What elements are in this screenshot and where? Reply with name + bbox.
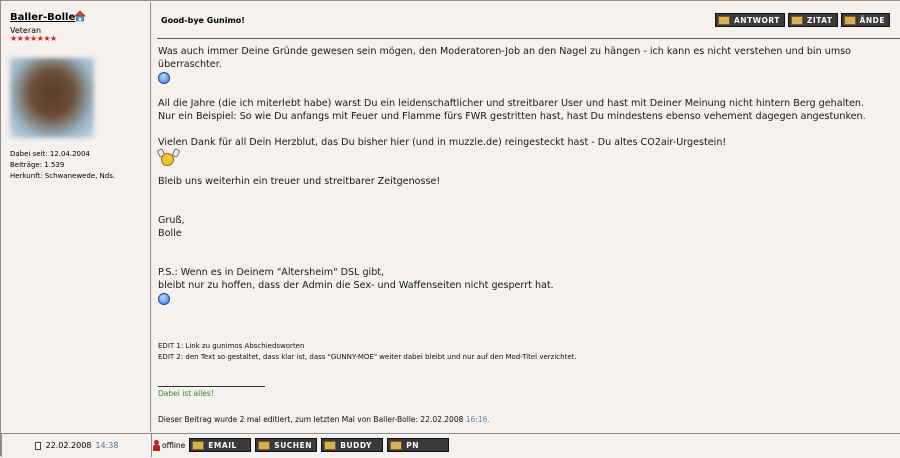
origin: Herkunft: Schwanewede, Nds. <box>10 172 116 180</box>
edited-notice: Dieser Beitrag wurde 2 mal editiert, zum… <box>158 415 490 424</box>
paragraph-2b: Nur ein Beispiel: So wie Du anfangs mit … <box>158 111 866 122</box>
sad-smiley-icon <box>158 72 170 84</box>
contact-toolbar: offline EMAIL SUCHEN BUDDY PN <box>153 438 450 452</box>
edit-button[interactable]: ÄNDE <box>840 13 890 27</box>
pm-button[interactable]: PN <box>387 438 450 452</box>
post-count: Beiträge: 1.539 <box>10 161 65 169</box>
edit-note-1: EDIT 1: Link zu gunimos Abschiedsworten <box>158 342 305 350</box>
post-date-text: 22.02.2008 <box>45 441 92 450</box>
document-icon[interactable] <box>34 441 41 450</box>
reply-button[interactable]: ANTWORT <box>715 13 785 27</box>
viking-smiley-icon <box>156 148 181 167</box>
edited-notice-text: Dieser Beitrag wurde 2 mal editiert, zum… <box>158 415 464 424</box>
paragraph-3: Vielen Dank für all Dein Herzblut, das D… <box>158 137 727 148</box>
forum-post: Baller-Bolle Veteran ★★★★★★★ Dabei seit:… <box>0 0 900 458</box>
signature: Dabei ist alles! <box>158 389 214 398</box>
smile-smiley-icon <box>158 293 170 305</box>
search-label: SUCHEN <box>274 440 312 450</box>
post-body: Was auch immer Deine Gründe gewesen sein… <box>156 45 898 305</box>
ps-line-2: bleibt nur zu hoffen, dass der Admin die… <box>158 280 554 291</box>
greeting-1: Gruß, <box>158 215 185 226</box>
signature-divider <box>158 386 265 387</box>
edit-notes: EDIT 1: Link zu gunimos Abschiedsworten … <box>158 341 577 363</box>
title-divider <box>157 38 900 39</box>
reply-label: ANTWORT <box>734 15 780 25</box>
offline-person-icon <box>153 439 160 451</box>
offline-label: offline <box>162 440 186 450</box>
post-date: 22.02.2008 14:38 <box>1 434 152 457</box>
member-since: Dabei seit: 12.04.2004 <box>10 150 90 158</box>
author-stats: Dabei seit: 12.04.2004 Beiträge: 1.539 H… <box>10 149 115 182</box>
post-content: Good-bye Gunimo! ANTWORT ZITAT ÄNDE Was … <box>151 2 900 432</box>
buddy-icon <box>324 440 337 450</box>
post-toolbar: ANTWORT ZITAT ÄNDE <box>715 13 890 27</box>
paragraph-2a: All die Jahre (die ich miterlebt habe) w… <box>158 98 865 109</box>
email-button[interactable]: EMAIL <box>189 438 252 452</box>
buddy-button[interactable]: BUDDY <box>321 438 384 452</box>
email-icon <box>192 440 205 450</box>
author-name-link[interactable]: Baller-Bolle <box>10 12 75 23</box>
quote-icon <box>790 15 803 25</box>
edit-icon <box>843 15 856 25</box>
quote-label: ZITAT <box>806 15 833 25</box>
paragraph-1: Was auch immer Deine Gründe gewesen sein… <box>158 46 852 70</box>
post-time-text: 14:38 <box>95 441 119 450</box>
paragraph-4: Bleib uns weiterhin ein treuer und strei… <box>158 176 441 187</box>
pm-icon <box>390 440 403 450</box>
search-button[interactable]: SUCHEN <box>255 438 318 452</box>
ps-line-1: P.S.: Wenn es in Deinem "Altersheim" DSL… <box>158 267 385 278</box>
buddy-label: BUDDY <box>340 440 372 450</box>
home-icon[interactable] <box>74 10 86 22</box>
email-label: EMAIL <box>208 440 237 450</box>
avatar <box>10 58 94 138</box>
pm-label: PN <box>406 440 420 450</box>
post-footer: 22.02.2008 14:38 offline EMAIL SUCHEN BU… <box>1 433 900 458</box>
rank-stars: ★★★★★★★ <box>10 34 57 43</box>
post-title: Good-bye Gunimo! <box>161 16 245 25</box>
quote-button[interactable]: ZITAT <box>787 13 838 27</box>
edit-note-2: EDIT 2: den Text so gestaltet, dass klar… <box>158 353 577 361</box>
offline-status: offline <box>153 439 186 451</box>
edit-label: ÄNDE <box>859 15 885 25</box>
edited-time: 16:16. <box>465 415 490 424</box>
greeting-2: Bolle <box>158 228 182 239</box>
search-icon <box>258 440 271 450</box>
reply-icon <box>718 15 730 25</box>
author-panel: Baller-Bolle Veteran ★★★★★★★ Dabei seit:… <box>2 2 151 432</box>
